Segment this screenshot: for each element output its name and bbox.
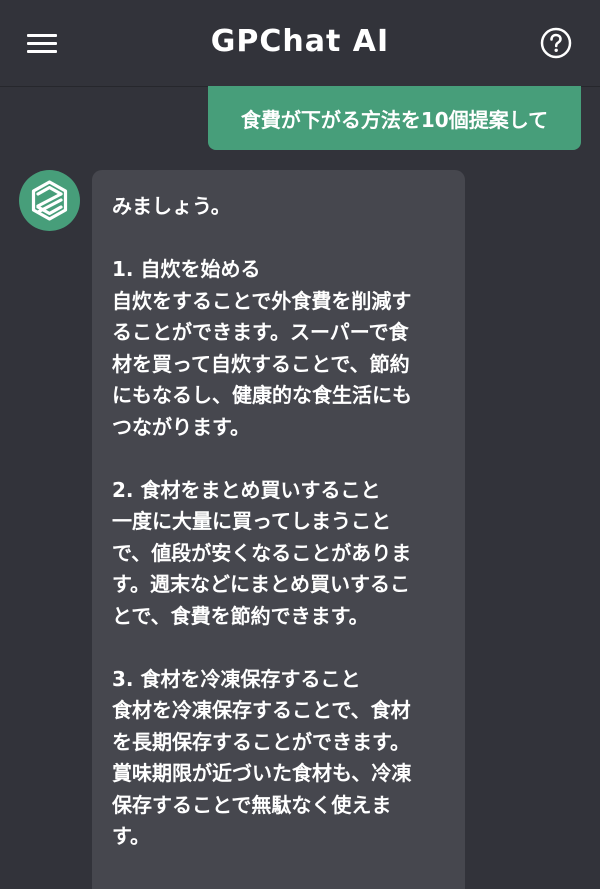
gpchat-logo-icon: [31, 180, 68, 221]
assistant-avatar: [19, 170, 80, 231]
assistant-message-bubble: みましょう。 1. 自炊を始める 自炊をすることで外食費を削減す ることができま…: [92, 170, 465, 889]
app-title: GPChat AI: [210, 24, 390, 59]
help-circle-icon[interactable]: [540, 27, 572, 59]
chat-app: GPChat AI 食費が下がる方法を10個提案して みましょう。 1. 自炊を…: [0, 0, 600, 889]
app-header: GPChat AI: [0, 0, 600, 87]
user-message-bubble: 食費が下がる方法を10個提案して: [208, 86, 581, 150]
user-message-text: 食費が下がる方法を10個提案して: [240, 107, 549, 132]
assistant-message-text: みましょう。 1. 自炊を始める 自炊をすることで外食費を削減す ることができま…: [112, 194, 412, 848]
